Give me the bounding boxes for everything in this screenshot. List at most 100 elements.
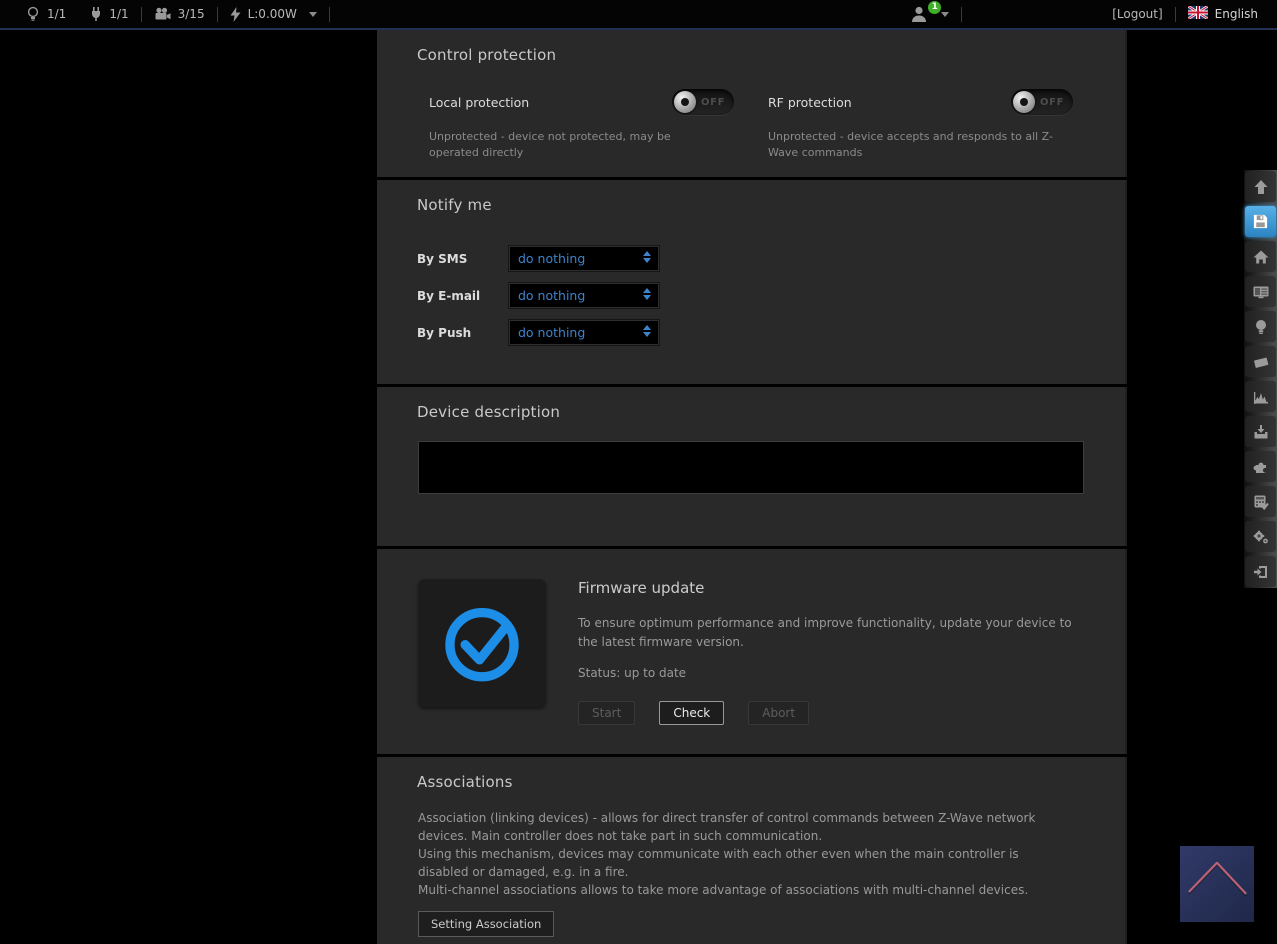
firmware-status: Status: up to date bbox=[578, 666, 1094, 680]
notify-email-select[interactable]: do nothing bbox=[509, 283, 659, 308]
section-title: Associations bbox=[377, 757, 1125, 791]
top-status-bar: 1/1 1/1 3/15 L:0.00W 1 [Logout] En bbox=[0, 0, 1277, 28]
section-associations: Associations Association (linking device… bbox=[377, 757, 1127, 944]
toggle-knob bbox=[1013, 91, 1035, 113]
save-button[interactable] bbox=[1245, 206, 1276, 237]
elements-button[interactable] bbox=[1245, 311, 1276, 342]
right-toolbar bbox=[1244, 170, 1277, 588]
lightbulb-icon bbox=[1252, 318, 1270, 336]
associations-paragraph: Multi-channel associations allows to tak… bbox=[418, 881, 1049, 899]
local-protection-block: Local protection OFF Unprotected - devic… bbox=[429, 88, 734, 161]
device-manage-button[interactable] bbox=[1245, 486, 1276, 517]
firmware-title: Firmware update bbox=[578, 579, 1094, 597]
notify-row-email: By E-mail do nothing bbox=[417, 277, 1125, 314]
user-menu[interactable]: 1 bbox=[909, 5, 949, 23]
local-protection-toggle[interactable]: OFF bbox=[672, 89, 734, 115]
exit-button[interactable] bbox=[1245, 556, 1276, 587]
select-spinner-icon bbox=[643, 325, 651, 337]
notify-email-label: By E-mail bbox=[417, 289, 509, 303]
rf-protection-description: Unprotected - device accepts and respond… bbox=[768, 129, 1053, 161]
load-value: L:0.00W bbox=[248, 7, 297, 21]
check-circle-icon bbox=[428, 589, 536, 697]
notify-push-label: By Push bbox=[417, 326, 509, 340]
cameras-count: 3/15 bbox=[178, 7, 205, 21]
apps-button[interactable] bbox=[1245, 451, 1276, 482]
scroll-top-button[interactable] bbox=[1245, 171, 1276, 202]
topbar-divider bbox=[329, 7, 330, 22]
exit-icon bbox=[1252, 563, 1270, 581]
section-device-description: Device description bbox=[377, 387, 1127, 546]
topbar-divider bbox=[217, 7, 218, 22]
local-protection-description: Unprotected - device not protected, may … bbox=[429, 129, 714, 161]
notify-sms-select[interactable]: do nothing bbox=[509, 246, 659, 271]
logout-link[interactable]: [Logout] bbox=[1112, 7, 1162, 21]
section-title: Control protection bbox=[377, 30, 1125, 64]
dashboard-button[interactable] bbox=[1245, 276, 1276, 307]
lights-count: 1/1 bbox=[47, 7, 66, 21]
select-spinner-icon bbox=[643, 251, 651, 263]
toggle-state-label: OFF bbox=[1040, 97, 1064, 108]
uk-flag-icon bbox=[1188, 6, 1208, 22]
section-title: Device description bbox=[377, 387, 1125, 421]
plug-icon bbox=[90, 6, 102, 22]
plugs-stat[interactable]: 1/1 bbox=[90, 6, 128, 22]
install-button[interactable] bbox=[1245, 416, 1276, 447]
dashboard-icon bbox=[1252, 283, 1270, 301]
plugs-count: 1/1 bbox=[109, 7, 128, 21]
notify-row-sms: By SMS do nothing bbox=[417, 240, 1125, 277]
chevron-logo-icon bbox=[1180, 846, 1254, 922]
notify-row-push: By Push do nothing bbox=[417, 314, 1125, 351]
settings-button[interactable] bbox=[1245, 521, 1276, 552]
cameras-stat[interactable]: 3/15 bbox=[154, 7, 205, 21]
associations-description: Association (linking devices) - allows f… bbox=[377, 791, 1089, 899]
notify-push-select[interactable]: do nothing bbox=[509, 320, 659, 345]
rf-protection-toggle[interactable]: OFF bbox=[1011, 89, 1073, 115]
selected-option: do nothing bbox=[518, 325, 585, 340]
load-dropdown[interactable]: L:0.00W bbox=[230, 7, 317, 22]
lightbulb-icon bbox=[26, 6, 40, 22]
inbox-icon bbox=[1252, 423, 1270, 441]
start-button[interactable]: Start bbox=[578, 701, 635, 725]
topbar-divider bbox=[141, 7, 142, 22]
selected-option: do nothing bbox=[518, 288, 585, 303]
associations-paragraph: Using this mechanism, devices may commun… bbox=[418, 845, 1049, 881]
lights-stat[interactable]: 1/1 bbox=[26, 6, 66, 22]
firmware-description: To ensure optimum performance and improv… bbox=[578, 614, 1094, 652]
camera-icon bbox=[154, 7, 171, 21]
notification-badge: 1 bbox=[928, 1, 941, 14]
section-notify-me: Notify me By SMS do nothing By E-mail do… bbox=[377, 180, 1127, 384]
language-label: English bbox=[1215, 7, 1258, 21]
analytics-button[interactable] bbox=[1245, 381, 1276, 412]
rf-protection-block: RF protection OFF Unprotected - device a… bbox=[768, 88, 1073, 161]
topbar-divider bbox=[961, 7, 962, 22]
topbar-divider bbox=[1175, 7, 1176, 22]
settings-icon bbox=[1252, 528, 1270, 546]
device-description-input[interactable] bbox=[418, 441, 1084, 494]
associations-paragraph: Association (linking devices) - allows f… bbox=[418, 809, 1049, 845]
arrow-up-icon bbox=[1252, 178, 1270, 196]
save-icon bbox=[1252, 213, 1269, 230]
abort-button[interactable]: Abort bbox=[748, 701, 809, 725]
notify-sms-label: By SMS bbox=[417, 252, 509, 266]
apps-icon bbox=[1252, 458, 1270, 476]
home-button[interactable] bbox=[1245, 241, 1276, 272]
bolt-icon bbox=[230, 7, 241, 22]
section-firmware-update: Firmware update To ensure optimum perfor… bbox=[377, 549, 1127, 754]
rooms-button[interactable] bbox=[1245, 346, 1276, 377]
toggle-state-label: OFF bbox=[701, 97, 725, 108]
firmware-status-tile bbox=[418, 579, 546, 707]
user-icon bbox=[909, 5, 929, 23]
select-spinner-icon bbox=[643, 288, 651, 300]
language-selector[interactable]: English bbox=[1188, 6, 1277, 22]
chevron-down-icon bbox=[941, 12, 949, 17]
setting-association-button[interactable]: Setting Association bbox=[418, 911, 554, 937]
selected-option: do nothing bbox=[518, 251, 585, 266]
local-protection-label: Local protection bbox=[429, 95, 529, 110]
check-button[interactable]: Check bbox=[659, 701, 724, 725]
section-title: Notify me bbox=[377, 180, 1125, 214]
toggle-knob bbox=[674, 91, 696, 113]
device-check-icon bbox=[1252, 493, 1270, 511]
home-icon bbox=[1252, 248, 1270, 266]
section-control-protection: Control protection Local protection OFF … bbox=[377, 30, 1127, 177]
rooms-icon bbox=[1252, 353, 1270, 371]
